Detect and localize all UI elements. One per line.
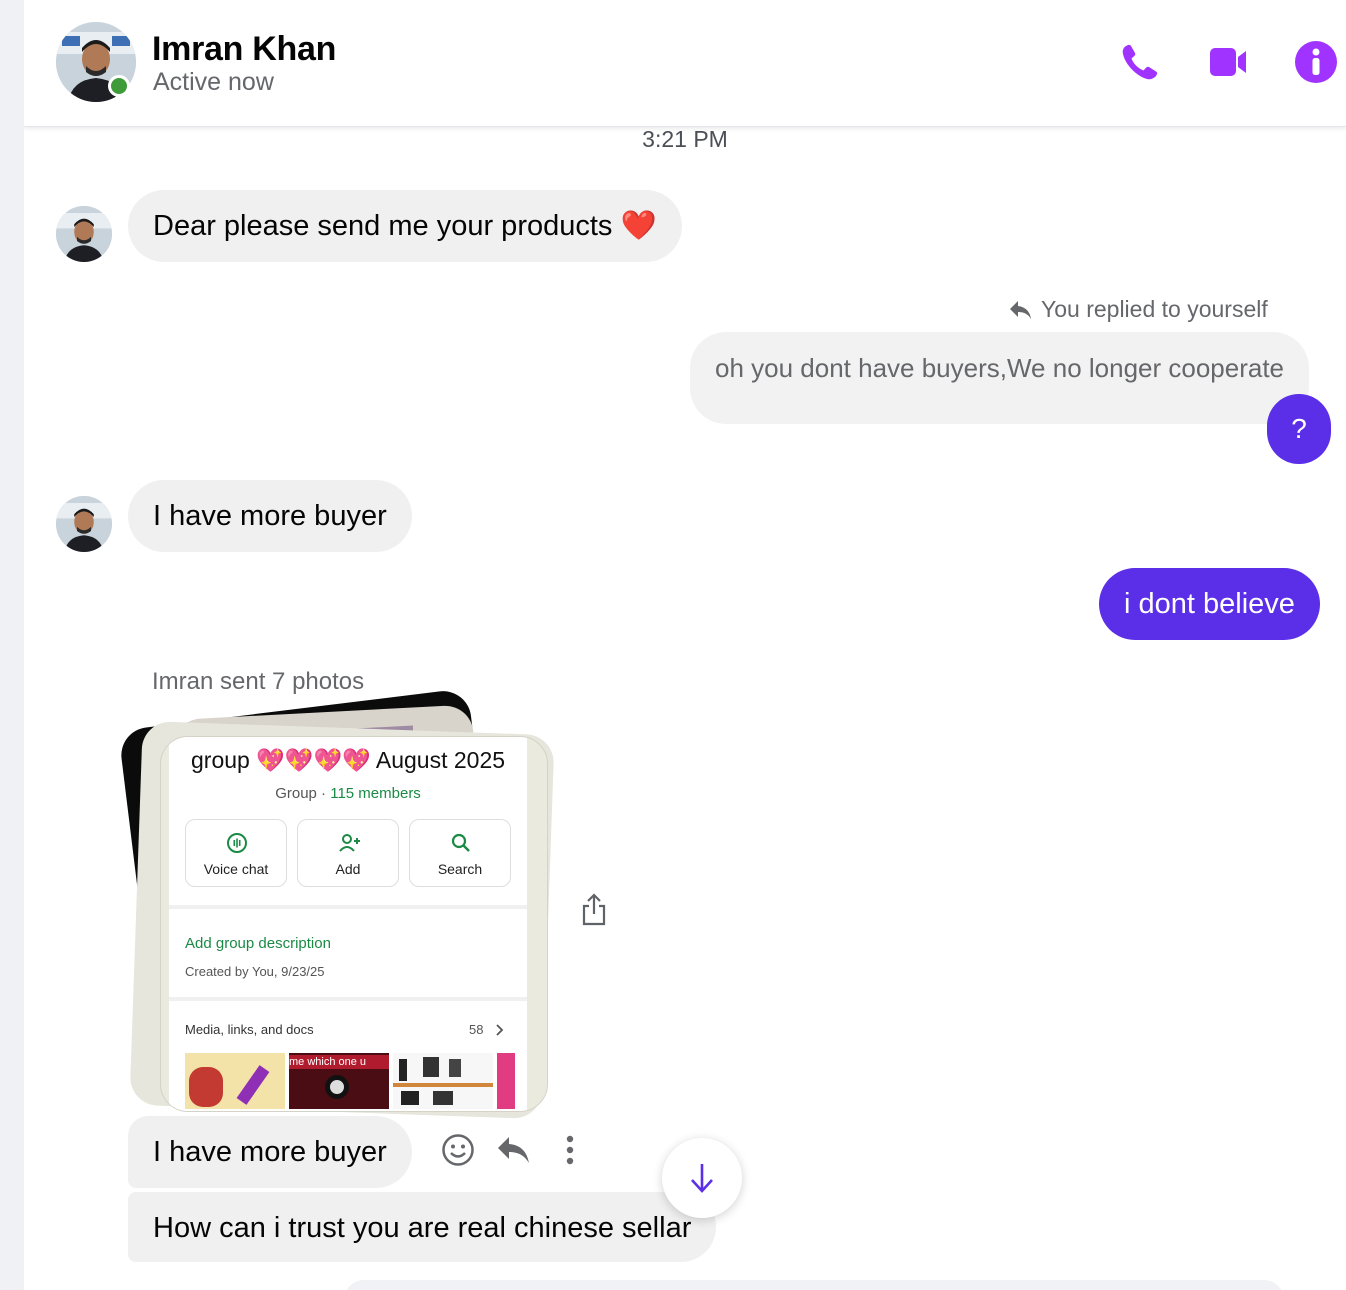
- search-icon: [451, 833, 470, 852]
- created-by-text: Created by You, 9/23/25: [185, 964, 325, 979]
- divider: [169, 905, 527, 909]
- photo-stack[interactable]: buyer group 💖💖💖💖 August 2025 Group · 115…: [118, 687, 562, 1120]
- media-thumbnail: [497, 1053, 515, 1109]
- scroll-to-bottom-button[interactable]: [662, 1138, 742, 1218]
- voice-chat-icon: [227, 833, 247, 853]
- outgoing-message[interactable]: ?: [1267, 394, 1331, 464]
- thumbnail-caption: me which one u: [289, 1055, 389, 1069]
- incoming-message[interactable]: Dear please send me your products ❤️: [128, 190, 682, 262]
- online-status-dot: [108, 75, 130, 97]
- reply-icon[interactable]: [496, 1134, 532, 1166]
- contact-status: Active now: [153, 68, 274, 96]
- add-member-button: Add: [297, 819, 399, 887]
- sent-photos-label: Imran sent 7 photos: [152, 668, 365, 695]
- quoted-message[interactable]: oh you dont have buyers,We no longer coo…: [690, 332, 1310, 424]
- react-emoji-icon[interactable]: [440, 1132, 476, 1168]
- outgoing-message[interactable]: i dont believe: [1099, 568, 1320, 640]
- chat-panel: Imran Khan Active now 3:21 PM Dear pleas…: [24, 0, 1346, 1290]
- message-composer[interactable]: [344, 1280, 1284, 1290]
- add-label: Add: [335, 861, 361, 877]
- voice-chat-label: Voice chat: [203, 861, 269, 877]
- contact-avatar-small[interactable]: [56, 206, 112, 262]
- reply-indicator: You replied to yourself: [1009, 296, 1268, 323]
- group-title: group 💖💖💖💖 August 2025: [191, 747, 506, 773]
- add-description-link: Add group description: [185, 935, 331, 952]
- media-links-label: Media, links, and docs: [185, 1022, 314, 1037]
- more-options-icon[interactable]: [560, 1134, 580, 1166]
- photo-front: group 💖💖💖💖 August 2025 Group · 115 membe…: [160, 736, 548, 1112]
- info-icon[interactable]: [1292, 38, 1340, 86]
- chevron-right-icon: [496, 1024, 504, 1036]
- chat-header: Imran Khan Active now: [24, 0, 1346, 127]
- video-icon[interactable]: [1204, 38, 1252, 86]
- contact-name[interactable]: Imran Khan: [152, 30, 336, 69]
- reply-icon: [1010, 301, 1031, 319]
- phone-icon[interactable]: [1116, 38, 1164, 86]
- share-icon[interactable]: [580, 892, 608, 928]
- add-person-icon: [339, 834, 360, 852]
- search-label: Search: [437, 861, 483, 877]
- search-button: Search: [409, 819, 511, 887]
- message-timestamp: 3:21 PM: [642, 126, 728, 152]
- group-sub-prefix: Group ·: [275, 785, 331, 802]
- voice-chat-button: Voice chat: [185, 819, 287, 887]
- reply-label-text: You replied to yourself: [1041, 296, 1268, 322]
- media-thumbnails: me which one u: [185, 1053, 515, 1109]
- media-thumbnail: me which one u: [289, 1053, 389, 1109]
- media-count: 58: [469, 1022, 484, 1037]
- incoming-message[interactable]: I have more buyer: [128, 480, 412, 552]
- contact-avatar-small[interactable]: [56, 496, 112, 552]
- group-members: 115 members: [330, 785, 421, 802]
- divider: [169, 997, 527, 1001]
- incoming-message[interactable]: How can i trust you are real chinese sel…: [128, 1192, 717, 1262]
- incoming-message[interactable]: I have more buyer: [128, 1116, 412, 1188]
- arrow-down-icon: [691, 1164, 713, 1193]
- media-thumbnail: [185, 1053, 285, 1109]
- group-info-screenshot: group 💖💖💖💖 August 2025 Group · 115 membe…: [169, 737, 527, 1111]
- media-thumbnail: [393, 1053, 493, 1109]
- group-subtitle: Group · 115 members: [169, 785, 527, 802]
